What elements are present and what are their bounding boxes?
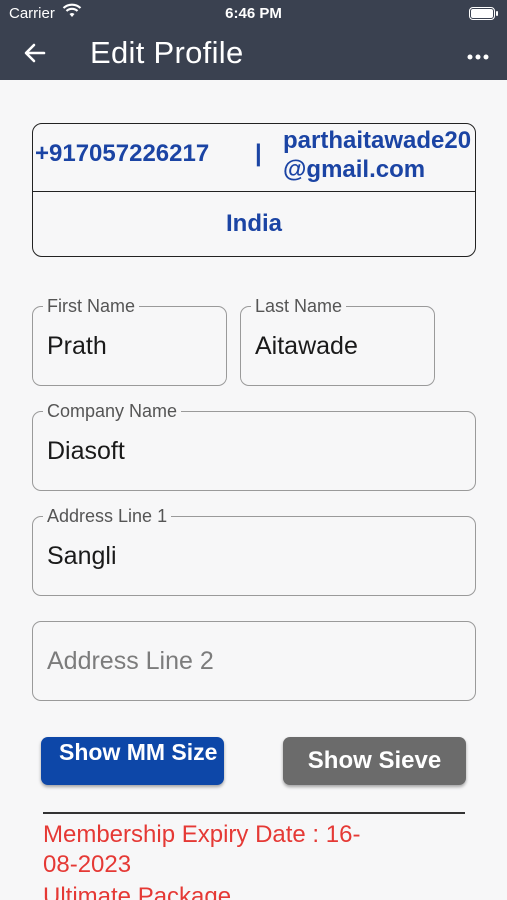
membership-expiry-text: Membership Expiry Date : 16-08-2023 bbox=[43, 821, 361, 878]
contact-separator: | bbox=[255, 140, 262, 167]
address-line-2-placeholder[interactable]: Address Line 2 bbox=[47, 647, 214, 676]
country-label: India bbox=[225, 210, 282, 237]
show-sieve-button[interactable]: Show Sieve bbox=[283, 737, 466, 785]
page-title: Edit Profile bbox=[90, 35, 244, 70]
address-line-1-value[interactable]: Sangli bbox=[47, 542, 117, 571]
package-name: Ultimate Package bbox=[43, 883, 232, 900]
battery-icon bbox=[469, 7, 498, 20]
clock: 6:46 PM bbox=[225, 5, 282, 22]
address-line-1-label: Address Line 1 bbox=[43, 506, 172, 527]
first-name-label: First Name bbox=[43, 296, 140, 317]
status-bar: Carrier 6:46 PM bbox=[0, 0, 507, 28]
first-name-value[interactable]: Prath bbox=[47, 332, 107, 361]
company-name-label: Company Name bbox=[43, 401, 182, 422]
company-name-value[interactable]: Diasoft bbox=[47, 437, 125, 466]
show-mm-size-button[interactable]: Show MM Size bbox=[41, 737, 224, 785]
app-bar: Edit Profile bbox=[0, 28, 507, 80]
email-address: parthaitawade20@gmail.com bbox=[283, 127, 472, 183]
address-line-2-field[interactable]: Address Line 2 bbox=[32, 621, 476, 701]
contact-row: +917057226217 | parthaitawade20@gmail.co… bbox=[33, 124, 475, 192]
company-name-field[interactable]: Company Name Diasoft bbox=[32, 401, 476, 491]
address-line-1-field[interactable]: Address Line 1 Sangli bbox=[32, 506, 476, 596]
last-name-field[interactable]: Last Name Aitawade bbox=[240, 296, 435, 386]
phone-number: +917057226217 bbox=[35, 140, 210, 167]
last-name-label: Last Name bbox=[251, 296, 347, 317]
last-name-value[interactable]: Aitawade bbox=[255, 332, 358, 361]
first-name-field[interactable]: First Name Prath bbox=[32, 296, 227, 386]
contact-card: +917057226217 | parthaitawade20@gmail.co… bbox=[32, 123, 476, 257]
more-options-icon[interactable] bbox=[467, 48, 489, 60]
divider bbox=[43, 812, 465, 814]
back-arrow-icon[interactable] bbox=[22, 40, 48, 66]
